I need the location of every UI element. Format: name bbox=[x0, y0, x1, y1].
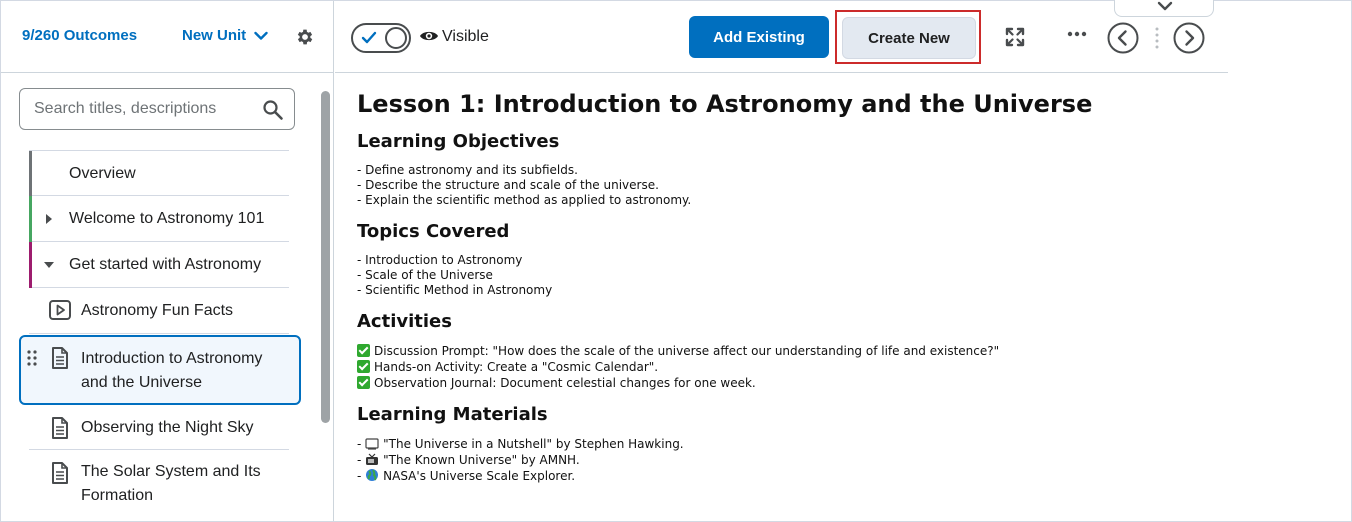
visibility-label: Visible bbox=[442, 28, 489, 45]
activity-text: Discussion Prompt: "How does the scale o… bbox=[374, 344, 1000, 358]
sidebar-item-get-started[interactable]: Get started with Astronomy bbox=[29, 242, 289, 288]
label-line-1: Introduction to Astronomy bbox=[81, 350, 263, 367]
list-prefix: - bbox=[357, 437, 366, 451]
activity-text: Observation Journal: Document celestial … bbox=[374, 376, 756, 390]
top-toolbar: Visible Add Existing Create New bbox=[335, 0, 1228, 73]
list-item: Hands-on Activity: Create a "Cosmic Cale… bbox=[357, 359, 1217, 375]
list-prefix: - bbox=[357, 453, 366, 467]
previous-icon[interactable] bbox=[1107, 22, 1139, 54]
welcome-color-bar bbox=[29, 196, 32, 242]
create-new-highlight: Create New bbox=[835, 10, 981, 64]
toggle-knob bbox=[385, 27, 407, 49]
sidebar-item-overview[interactable]: Overview bbox=[29, 150, 289, 197]
activities-list: Discussion Prompt: "How does the scale o… bbox=[357, 343, 1217, 391]
list-item: Discussion Prompt: "How does the scale o… bbox=[357, 343, 1217, 359]
activity-text: Hands-on Activity: Create a "Cosmic Cale… bbox=[374, 360, 659, 374]
sidebar-item-welcome[interactable]: Welcome to Astronomy 101 bbox=[29, 196, 289, 242]
new-unit-label: New Unit bbox=[182, 27, 247, 44]
add-existing-button[interactable]: Add Existing bbox=[689, 16, 829, 58]
globe-icon bbox=[366, 469, 379, 481]
gear-icon[interactable] bbox=[295, 27, 315, 47]
create-new-button[interactable]: Create New bbox=[842, 17, 976, 59]
video-icon bbox=[49, 300, 71, 320]
label-line-2: Formation bbox=[81, 487, 154, 504]
sidebar: 9/260 Outcomes New Unit Overview Welcome… bbox=[1, 1, 334, 521]
lesson-title: Lesson 1: Introduction to Astronomy and … bbox=[357, 90, 1093, 118]
sidebar-item-label: Get started with Astronomy bbox=[69, 256, 262, 273]
next-icon[interactable] bbox=[1173, 22, 1205, 54]
checkmark-icon bbox=[357, 344, 370, 357]
chevron-down-icon bbox=[1157, 1, 1173, 11]
sidebar-item-label: Observing the Night Sky bbox=[81, 419, 254, 436]
topics-list: - Introduction to Astronomy - Scale of t… bbox=[357, 253, 1217, 298]
sidebar-item-intro-selected[interactable]: Introduction to Astronomy and the Univer… bbox=[19, 335, 301, 405]
document-icon bbox=[52, 417, 68, 439]
book-icon bbox=[365, 438, 379, 450]
sidebar-item-solar-system[interactable]: The Solar System and Its Formation bbox=[29, 450, 289, 520]
document-icon bbox=[52, 347, 68, 369]
material-text: "The Known Universe" by AMNH. bbox=[383, 453, 580, 467]
sidebar-item-label: Welcome to Astronomy 101 bbox=[69, 210, 265, 227]
list-item: - "The Universe in a Nutshell" by Stephe… bbox=[357, 436, 1217, 452]
material-text: NASA's Universe Scale Explorer. bbox=[383, 469, 576, 483]
fullscreen-icon[interactable] bbox=[1005, 27, 1025, 47]
checkmark-icon bbox=[357, 360, 370, 373]
new-unit-button[interactable]: New Unit bbox=[182, 27, 268, 44]
sidebar-scrollbar[interactable] bbox=[321, 91, 330, 423]
checkmark-icon bbox=[357, 376, 370, 389]
list-item: - "The Known Universe" by AMNH. bbox=[357, 452, 1217, 468]
search-box bbox=[19, 88, 295, 130]
list-item: - Introduction to Astronomy bbox=[357, 253, 523, 267]
sidebar-item-label: Introduction to Astronomy and the Univer… bbox=[81, 347, 291, 395]
collapse-header-tab[interactable] bbox=[1114, 0, 1214, 17]
caret-right-icon[interactable] bbox=[45, 213, 53, 225]
list-item: Observation Journal: Document celestial … bbox=[357, 375, 1217, 391]
overview-color-bar bbox=[29, 151, 32, 197]
search-input[interactable] bbox=[34, 99, 254, 119]
label-line-2: and the Universe bbox=[81, 374, 202, 391]
topics-heading: Topics Covered bbox=[357, 221, 510, 242]
sidebar-item-fun-facts[interactable]: Astronomy Fun Facts bbox=[29, 288, 289, 334]
separator-dots bbox=[1155, 27, 1159, 49]
list-item: - Describe the structure and scale of th… bbox=[357, 178, 659, 192]
materials-list: - "The Universe in a Nutshell" by Stephe… bbox=[357, 436, 1217, 484]
document-icon bbox=[52, 462, 68, 484]
lesson-content: Lesson 1: Introduction to Astronomy and … bbox=[357, 88, 1217, 522]
list-prefix: - bbox=[357, 469, 366, 483]
material-text: "The Universe in a Nutshell" by Stephen … bbox=[383, 437, 684, 451]
label-line-1: The Solar System and Its bbox=[81, 463, 261, 480]
drag-handle-icon[interactable] bbox=[27, 349, 37, 367]
get-started-color-bar bbox=[29, 242, 32, 288]
list-item: - Define astronomy and its subfields. bbox=[357, 163, 578, 177]
activities-heading: Activities bbox=[357, 311, 452, 332]
eye-icon bbox=[420, 31, 438, 41]
objectives-list: - Define astronomy and its subfields. - … bbox=[357, 163, 1217, 208]
check-icon bbox=[361, 31, 377, 44]
list-item: - Explain the scientific method as appli… bbox=[357, 193, 692, 207]
materials-heading: Learning Materials bbox=[357, 404, 548, 425]
list-item: - Scientific Method in Astronomy bbox=[357, 283, 553, 297]
visibility-toggle[interactable] bbox=[351, 23, 411, 53]
search-icon[interactable] bbox=[262, 99, 284, 121]
tv-icon bbox=[366, 453, 379, 465]
sidebar-item-label: Astronomy Fun Facts bbox=[81, 302, 234, 319]
sidebar-header: 9/260 Outcomes New Unit bbox=[1, 1, 333, 73]
sidebar-item-label: Overview bbox=[69, 165, 136, 182]
list-item: - Scale of the Universe bbox=[357, 268, 493, 282]
sidebar-item-label: The Solar System and Its Formation bbox=[81, 460, 261, 508]
more-options-icon[interactable] bbox=[1067, 31, 1087, 37]
caret-down-icon[interactable] bbox=[43, 261, 55, 269]
outcomes-link[interactable]: 9/260 Outcomes bbox=[22, 27, 137, 44]
list-item: - NASA's Universe Scale Explorer. bbox=[357, 468, 1217, 484]
objectives-heading: Learning Objectives bbox=[357, 131, 560, 152]
sidebar-item-night-sky[interactable]: Observing the Night Sky bbox=[29, 404, 289, 450]
chevron-down-icon bbox=[254, 31, 268, 40]
